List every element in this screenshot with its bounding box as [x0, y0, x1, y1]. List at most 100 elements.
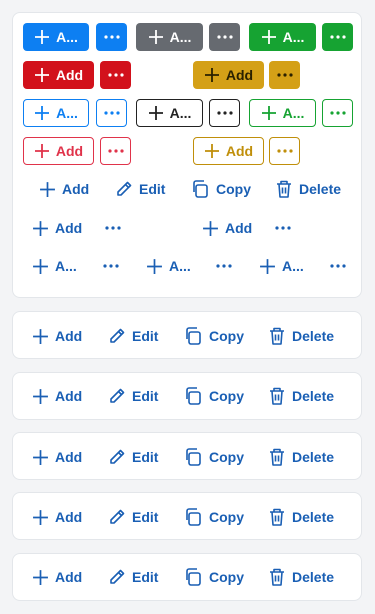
- more-dots-icon: [329, 35, 346, 39]
- delete-button[interactable]: Delete: [268, 505, 334, 529]
- plus-icon: [33, 569, 48, 585]
- add-button-yellow-solid[interactable]: Add: [193, 61, 264, 89]
- add-button-link[interactable]: A...: [146, 254, 191, 278]
- more-button-link[interactable]: [275, 216, 291, 240]
- more-dots-icon: [329, 111, 346, 115]
- more-button-green-outline[interactable]: [322, 99, 353, 127]
- more-button-gray-solid[interactable]: [209, 23, 240, 51]
- add-label: Add: [55, 328, 83, 344]
- more-button-link[interactable]: [330, 254, 346, 278]
- copy-button[interactable]: Copy: [183, 505, 244, 529]
- add-button-green-outline[interactable]: A...: [249, 99, 316, 127]
- more-button-red-outline[interactable]: [100, 137, 131, 165]
- copy-button[interactable]: Copy: [183, 445, 244, 469]
- add-label: Add: [225, 143, 254, 159]
- add-button-blue-outline[interactable]: A...: [23, 99, 89, 127]
- copy-label: Copy: [209, 449, 244, 465]
- add-label: A...: [282, 258, 304, 274]
- edit-button[interactable]: Edit: [108, 384, 158, 408]
- copy-icon: [186, 448, 201, 466]
- add-button-link[interactable]: A...: [32, 254, 77, 278]
- more-button-link[interactable]: [103, 254, 119, 278]
- more-dots-icon: [216, 35, 233, 39]
- more-button-blue-outline[interactable]: [96, 99, 127, 127]
- more-button-yellow-solid[interactable]: [269, 61, 300, 89]
- copy-button[interactable]: Copy: [183, 565, 244, 589]
- more-dots-icon: [103, 264, 119, 268]
- add-button-red-outline[interactable]: Add: [23, 137, 94, 165]
- toolbar-card: Add Edit Copy Delete: [12, 311, 362, 359]
- add-button-blue-solid[interactable]: A...: [23, 23, 89, 51]
- more-dots-icon: [276, 149, 293, 153]
- add-button[interactable]: Add: [32, 324, 82, 348]
- trash-icon: [270, 448, 284, 466]
- more-dots-icon: [103, 35, 120, 39]
- trash-icon: [270, 387, 284, 405]
- edit-button[interactable]: Edit: [108, 324, 158, 348]
- delete-label: Delete: [292, 509, 335, 525]
- trash-icon: [270, 508, 284, 526]
- copy-icon: [186, 568, 201, 586]
- edit-button[interactable]: Edit: [108, 505, 158, 529]
- edit-button[interactable]: Edit: [108, 565, 158, 589]
- delete-button[interactable]: Delete: [268, 384, 334, 408]
- copy-button-link[interactable]: Copy: [190, 177, 251, 201]
- edit-label: Edit: [139, 181, 166, 197]
- more-button-link[interactable]: [105, 216, 121, 240]
- add-label: Add: [225, 67, 254, 83]
- add-button-link[interactable]: Add: [202, 216, 252, 240]
- plus-icon: [204, 144, 219, 158]
- add-button[interactable]: Add: [32, 565, 82, 589]
- more-dots-icon: [276, 73, 293, 77]
- more-button-blue-solid[interactable]: [96, 23, 127, 51]
- plus-icon: [33, 449, 48, 465]
- edit-button[interactable]: Edit: [108, 445, 158, 469]
- plus-icon: [148, 106, 163, 120]
- edit-label: Edit: [132, 388, 159, 404]
- more-button-yellow-outline[interactable]: [269, 137, 300, 165]
- plus-icon: [40, 181, 55, 197]
- more-button-red-solid[interactable]: [100, 61, 131, 89]
- add-button-black-outline[interactable]: A...: [136, 99, 203, 127]
- delete-label: Delete: [292, 569, 335, 585]
- plus-icon: [34, 144, 49, 158]
- add-label: Add: [55, 509, 83, 525]
- add-label: A...: [169, 105, 192, 121]
- add-button[interactable]: Add: [32, 505, 82, 529]
- delete-button[interactable]: Delete: [268, 445, 334, 469]
- add-label: A...: [169, 258, 191, 274]
- edit-button-link[interactable]: Edit: [115, 177, 165, 201]
- copy-button[interactable]: Copy: [183, 384, 244, 408]
- edit-label: Edit: [132, 509, 159, 525]
- add-button-gray-solid[interactable]: A...: [136, 23, 203, 51]
- delete-button[interactable]: Delete: [268, 565, 334, 589]
- copy-button[interactable]: Copy: [183, 324, 244, 348]
- delete-label: Delete: [292, 328, 335, 344]
- add-button-link[interactable]: A...: [259, 254, 304, 278]
- more-button-black-outline[interactable]: [209, 99, 240, 127]
- delete-label: Delete: [299, 181, 342, 197]
- delete-button-link[interactable]: Delete: [275, 177, 341, 201]
- add-button[interactable]: Add: [32, 384, 82, 408]
- plus-icon: [33, 509, 48, 525]
- more-dots-icon: [105, 226, 121, 230]
- add-button-link[interactable]: Add: [32, 216, 82, 240]
- more-dots-icon: [103, 111, 120, 115]
- add-button-link[interactable]: Add: [39, 177, 89, 201]
- delete-button[interactable]: Delete: [268, 324, 334, 348]
- add-button-green-solid[interactable]: A...: [249, 23, 316, 51]
- button-showcase-card: A... A... A... Add Add A... A... A... Ad…: [12, 12, 362, 298]
- pencil-icon: [110, 569, 125, 584]
- plus-icon: [204, 68, 219, 82]
- toolbar-card: Add Edit Copy Delete: [12, 372, 362, 420]
- more-button-link[interactable]: [216, 254, 232, 278]
- copy-label: Copy: [209, 388, 244, 404]
- add-button[interactable]: Add: [32, 445, 82, 469]
- add-button-red-solid[interactable]: Add: [23, 61, 94, 89]
- plus-icon: [34, 68, 49, 82]
- edit-label: Edit: [132, 328, 159, 344]
- more-button-green-solid[interactable]: [322, 23, 353, 51]
- edit-label: Edit: [132, 449, 159, 465]
- copy-icon: [186, 508, 201, 526]
- add-button-yellow-outline[interactable]: Add: [193, 137, 264, 165]
